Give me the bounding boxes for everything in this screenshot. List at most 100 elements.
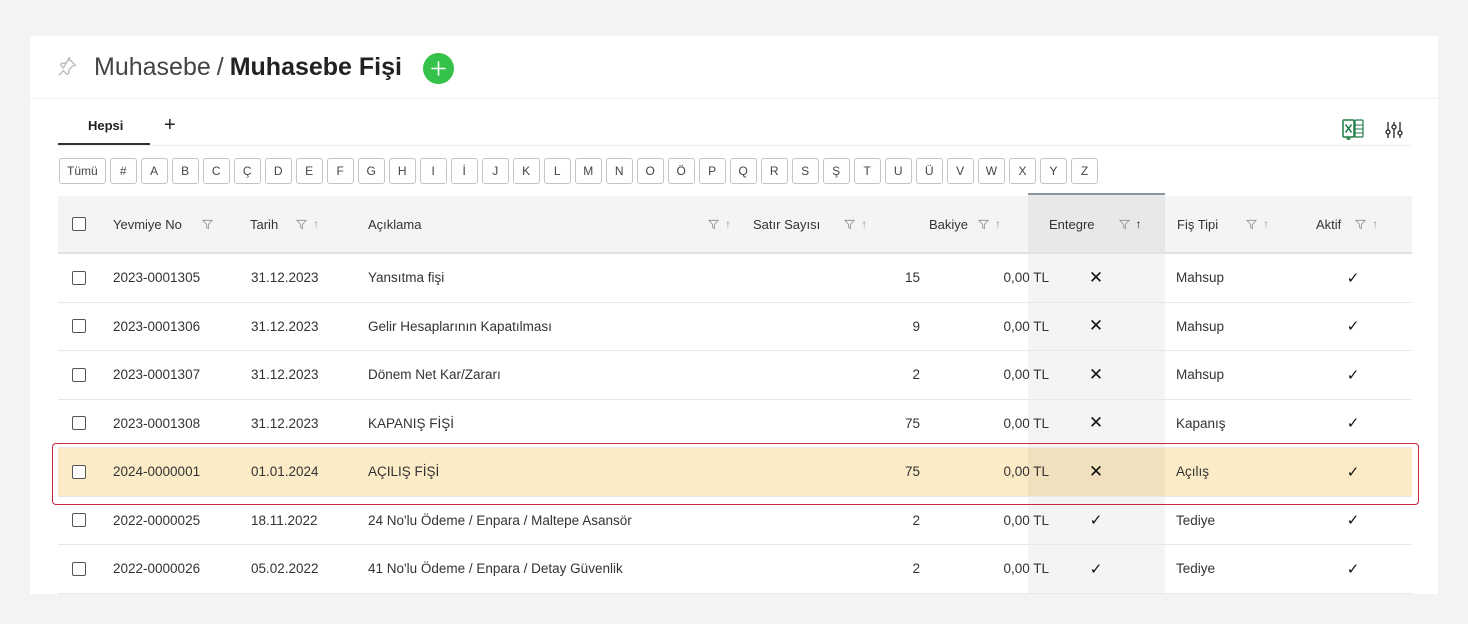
cell-entegre: ✕: [1088, 461, 1104, 481]
cell-satir-sayisi: 2: [912, 512, 920, 528]
table-row[interactable]: 2023-0001305 31.12.2023 Yansıtma fişi 15 0,0…: [58, 254, 1412, 303]
table-row[interactable]: 2023-0001307 31.12.2023 Dönem Net Kar/Zara…: [58, 351, 1412, 400]
letter-filter-button[interactable]: I: [419, 158, 447, 184]
letter-filter-button[interactable]: R: [760, 158, 788, 184]
cell-satir-sayisi: 2: [912, 561, 920, 577]
cell-tarih: 01.01.2024: [251, 464, 319, 480]
add-record-button[interactable]: [423, 53, 454, 84]
letter-filter-button[interactable]: Tümü: [59, 158, 106, 184]
letter-filter-button[interactable]: C: [202, 158, 230, 184]
letter-filter-button[interactable]: Ş: [822, 158, 850, 184]
letter-filter-button[interactable]: Ü: [915, 158, 943, 184]
cell-fis-tipi: Açılış: [1176, 464, 1210, 480]
letter-filter-button[interactable]: G: [357, 158, 385, 184]
letter-filter-button[interactable]: Z: [1071, 158, 1099, 184]
letter-filter-button[interactable]: B: [171, 158, 199, 184]
row-checkbox[interactable]: [72, 464, 86, 479]
table-body: 2023-0001305 31.12.2023 Yansıtma fişi 15 0,0…: [58, 254, 1412, 594]
letter-filter-button[interactable]: M: [574, 158, 602, 184]
letter-filter-button[interactable]: D: [264, 158, 292, 184]
cell-aktif: ✓: [1346, 512, 1360, 530]
letter-filter-button[interactable]: Q: [729, 158, 757, 184]
letter-filter-button[interactable]: O: [636, 158, 664, 184]
cell-yevmiye-no: 2022-0000025: [113, 512, 201, 528]
letter-filter-button[interactable]: T: [853, 158, 881, 184]
letter-filter-bar: Tümü # A B C Ç D E F G H I İ J K L M N O Ö P Q R S Ş T U Ü V W X Y Z: [59, 158, 1102, 185]
cell-aciklama: 24 No'lu Ödeme / Enpara / Maltepe Asansö…: [368, 512, 632, 528]
header-tarih[interactable]: Tarih ↑: [250, 196, 319, 252]
header-yevmiye-no[interactable]: Yevmiye No: [113, 196, 213, 252]
letter-filter-button[interactable]: Ö: [667, 158, 695, 184]
sort-arrow-up-icon[interactable]: ↑: [1263, 217, 1269, 231]
sort-arrow-up-icon[interactable]: ↑: [1372, 217, 1378, 231]
cell-yevmiye-no: 2022-0000026: [113, 561, 201, 577]
table-row[interactable]: 2023-0001306 31.12.2023 Gelir Hesaplarının…: [58, 302, 1412, 351]
header-satir-sayisi[interactable]: Satır Sayısı ↑: [753, 196, 867, 252]
filter-icon[interactable]: [844, 219, 856, 230]
row-checkbox[interactable]: [72, 561, 86, 576]
letter-filter-button[interactable]: A: [140, 158, 168, 184]
cell-tarih: 31.12.2023: [251, 415, 319, 431]
header-entegre[interactable]: Entegre ↑: [1049, 196, 1142, 252]
letter-filter-button[interactable]: U: [884, 158, 912, 184]
column-label: Yevmiye No: [113, 216, 182, 232]
row-checkbox[interactable]: [72, 319, 86, 334]
page-title: Muhasebe / Muhasebe Fişi: [94, 53, 402, 82]
cell-aciklama: KAPANIŞ FİŞİ: [368, 415, 455, 431]
letter-filter-button[interactable]: #: [109, 158, 137, 184]
letter-filter-button[interactable]: N: [605, 158, 633, 184]
tab-hepsi[interactable]: Hepsi: [88, 118, 123, 133]
letter-filter-button[interactable]: V: [946, 158, 974, 184]
column-settings-icon[interactable]: [1384, 120, 1404, 140]
filter-icon[interactable]: [708, 219, 719, 230]
cell-aciklama: Dönem Net Kar/Zararı: [368, 367, 501, 383]
sort-arrow-up-icon[interactable]: ↑: [725, 217, 731, 231]
cell-bakiye: 0,00 TL: [1003, 270, 1049, 286]
header-bakiye[interactable]: Bakiye ↑: [929, 196, 1001, 252]
letter-filter-button[interactable]: P: [698, 158, 726, 184]
row-checkbox[interactable]: [72, 416, 86, 431]
excel-export-icon[interactable]: [1342, 118, 1364, 140]
letter-filter-button[interactable]: S: [791, 158, 819, 184]
letter-filter-button[interactable]: Ç: [233, 158, 261, 184]
select-all-checkbox[interactable]: [72, 217, 86, 231]
letter-filter-button[interactable]: L: [543, 158, 571, 184]
sort-arrow-up-icon[interactable]: ↑: [995, 217, 1001, 231]
main-card: Muhasebe / Muhasebe Fişi Hepsi + Tümü # A B C Ç…: [30, 36, 1438, 594]
sort-arrow-up-icon[interactable]: ↑: [313, 217, 319, 231]
header-fis-tipi[interactable]: Fiş Tipi ↑: [1177, 196, 1269, 252]
letter-filter-button[interactable]: W: [977, 158, 1006, 184]
filter-icon[interactable]: [1355, 219, 1367, 230]
filter-icon[interactable]: [978, 219, 990, 230]
table-row[interactable]: 2023-0001308 31.12.2023 KAPANIŞ FİŞİ 75 0,00…: [58, 399, 1412, 448]
breadcrumb-parent[interactable]: Muhasebe: [94, 53, 211, 81]
table-row-selected[interactable]: 2024-0000001 01.01.2024 AÇILIŞ FİŞİ 75 0,00 …: [58, 448, 1412, 497]
cell-satir-sayisi: 2: [912, 367, 920, 383]
table-row[interactable]: 2022-0000026 05.02.2022 41 No'lu Ödeme / E…: [58, 545, 1412, 594]
letter-filter-button[interactable]: K: [512, 158, 540, 184]
letter-filter-button[interactable]: Y: [1040, 158, 1068, 184]
filter-icon[interactable]: [201, 219, 213, 230]
cell-entegre: ✕: [1088, 316, 1104, 336]
header-aciklama[interactable]: Açıklama: [368, 196, 421, 252]
filter-icon[interactable]: [1118, 219, 1130, 230]
sort-arrow-up-icon[interactable]: ↑: [861, 217, 867, 231]
row-checkbox[interactable]: [72, 270, 86, 285]
pin-icon[interactable]: [56, 56, 78, 78]
filter-icon[interactable]: [296, 219, 308, 230]
row-checkbox[interactable]: [72, 367, 86, 382]
letter-filter-button[interactable]: J: [481, 158, 509, 184]
letter-filter-button[interactable]: F: [326, 158, 354, 184]
letter-filter-button[interactable]: H: [388, 158, 416, 184]
filter-icon[interactable]: [1246, 219, 1258, 230]
row-checkbox[interactable]: [72, 513, 86, 528]
letter-filter-button[interactable]: E: [295, 158, 323, 184]
cell-fis-tipi: Tediye: [1176, 512, 1216, 528]
sort-arrow-up-active-icon[interactable]: ↑: [1136, 217, 1142, 231]
table-row[interactable]: 2022-0000025 18.11.2022 24 No'lu Ödeme / E…: [58, 496, 1412, 545]
header-aktif[interactable]: Aktif ↑: [1316, 196, 1378, 252]
letter-filter-button[interactable]: İ: [450, 158, 478, 184]
column-label: Entegre: [1049, 216, 1095, 232]
add-tab-button[interactable]: +: [164, 114, 176, 137]
letter-filter-button[interactable]: X: [1009, 158, 1037, 184]
